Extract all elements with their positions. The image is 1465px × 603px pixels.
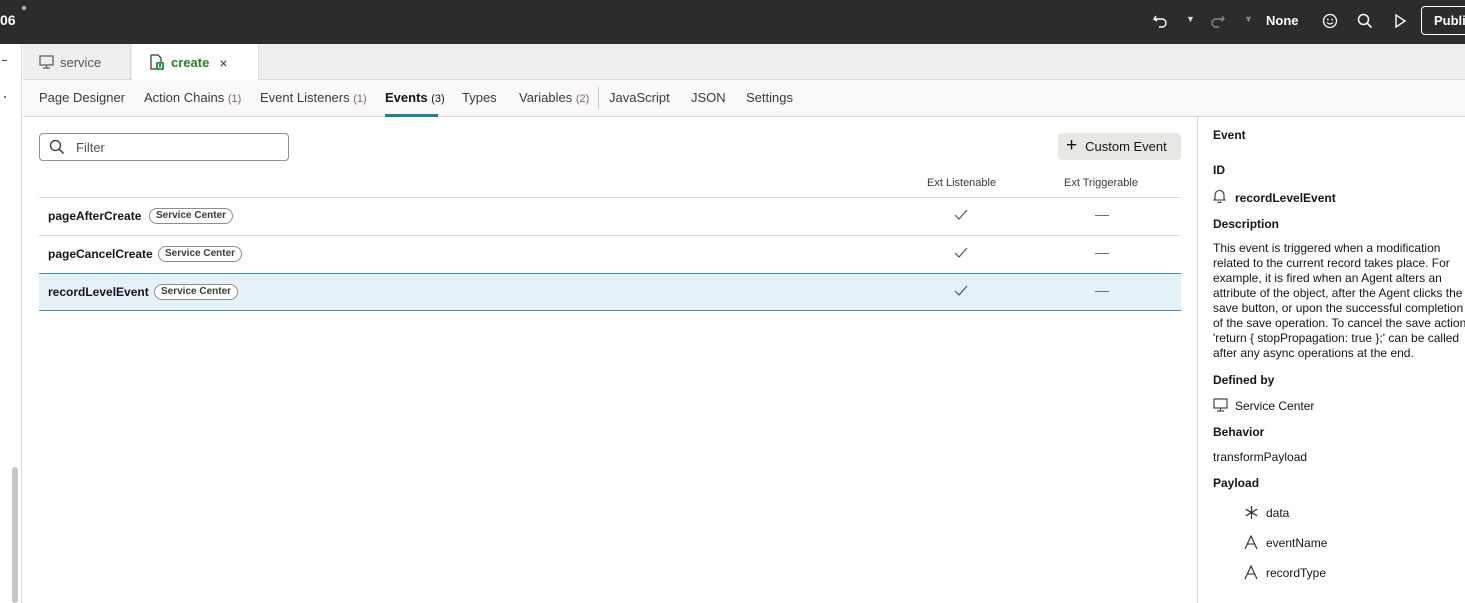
dash-icon	[1095, 253, 1109, 254]
file-tabs: service U create ×	[23, 44, 1465, 81]
source-badge: Service Center	[149, 208, 234, 224]
custom-event-button[interactable]: + Custom Event	[1058, 133, 1181, 160]
table-row[interactable]: pageCancelCreate Service Center	[39, 235, 1181, 273]
status-dot	[22, 6, 26, 10]
tab-events[interactable]: Events (3)	[385, 90, 445, 105]
tab-types[interactable]: Types	[462, 90, 497, 105]
publish-button[interactable]: Publis	[1421, 6, 1465, 35]
event-id-value: recordLevelEvent	[1235, 191, 1336, 205]
check-icon	[954, 284, 968, 302]
undo-icon[interactable]	[1150, 11, 1170, 31]
scrollbar[interactable]	[12, 467, 18, 603]
dash-icon	[1095, 215, 1109, 216]
tab-service[interactable]: service	[23, 44, 131, 80]
table-row-selected[interactable]: recordLevelEvent Service Center	[39, 273, 1181, 311]
svg-text:U: U	[157, 64, 162, 71]
app-title: 06	[0, 12, 16, 28]
event-name: recordLevelEvent	[48, 285, 149, 299]
more-marker[interactable]	[4, 96, 6, 98]
tab-label: service	[60, 54, 102, 70]
redo-icon[interactable]	[1208, 11, 1228, 31]
search-icon	[49, 139, 65, 160]
behavior-value: transformPayload	[1213, 450, 1308, 464]
event-details-panel: Event ID recordLevelEvent Description Th…	[1197, 117, 1465, 603]
search-icon[interactable]	[1355, 11, 1375, 31]
check-icon	[954, 208, 968, 226]
panel-heading: Event	[1213, 128, 1246, 142]
tab-javascript[interactable]: JavaScript	[609, 90, 670, 105]
tab-event-listeners[interactable]: Event Listeners (1)	[260, 90, 367, 105]
editor-tabs: Page Designer Action Chains (1) Event Li…	[23, 80, 1465, 117]
payload-label: Payload	[1213, 476, 1260, 490]
monitor-icon	[1213, 398, 1228, 417]
custom-event-label: Custom Event	[1085, 139, 1167, 154]
tab-label: create	[171, 55, 210, 70]
monitor-icon	[39, 55, 54, 69]
page-file-icon: U	[149, 54, 165, 71]
column-header-ext-listenable: Ext Listenable	[927, 177, 997, 189]
top-bar: 06 ▼ ▼ None Publis	[0, 0, 1465, 44]
tab-json[interactable]: JSON	[691, 90, 726, 105]
table-row[interactable]: pageAfterCreate Service Center	[39, 197, 1181, 235]
event-name: pageCancelCreate	[48, 247, 153, 261]
behavior-label: Behavior	[1213, 425, 1265, 439]
events-list-panel: + Custom Event Ext Listenable Ext Trigge…	[23, 117, 1197, 603]
smiley-icon[interactable]	[1320, 11, 1340, 31]
plus-icon: +	[1066, 135, 1078, 156]
play-icon[interactable]	[1390, 11, 1410, 31]
filter-field[interactable]	[39, 133, 289, 161]
event-name: pageAfterCreate	[48, 209, 142, 223]
mode-selector[interactable]: None	[1266, 13, 1299, 28]
bell-icon	[1212, 189, 1227, 208]
description-label: Description	[1213, 217, 1280, 231]
undo-menu-chevron-icon[interactable]: ▼	[1186, 14, 1195, 24]
tab-action-chains[interactable]: Action Chains (1)	[144, 90, 241, 105]
id-label: ID	[1213, 163, 1225, 177]
source-badge: Service Center	[158, 246, 243, 262]
payload-item: eventName	[1266, 536, 1328, 550]
check-icon	[954, 246, 968, 264]
close-icon[interactable]: ×	[219, 55, 227, 71]
payload-item: recordType	[1266, 566, 1327, 580]
tab-create[interactable]: U create ×	[132, 44, 259, 81]
tab-page-designer[interactable]: Page Designer	[39, 90, 125, 105]
column-header-ext-triggerable: Ext Triggerable	[1064, 177, 1138, 189]
redo-menu-chevron-icon[interactable]: ▼	[1244, 14, 1253, 24]
string-type-icon	[1244, 564, 1258, 585]
collapse-marker[interactable]	[2, 60, 7, 61]
source-badge: Service Center	[154, 284, 239, 300]
description-text: This event is triggered when a modificat…	[1213, 241, 1465, 360]
asterisk-icon	[1244, 505, 1259, 525]
defined-by-value: Service Center	[1235, 399, 1315, 413]
filter-input[interactable]	[76, 138, 276, 156]
payload-item: data	[1266, 506, 1290, 520]
tab-settings[interactable]: Settings	[746, 90, 793, 105]
left-panel-strip	[0, 44, 22, 603]
defined-by-label: Defined by	[1213, 373, 1275, 387]
tab-variables[interactable]: Variables (2)	[519, 90, 589, 105]
dash-icon	[1095, 291, 1109, 292]
tab-divider	[598, 87, 599, 109]
string-type-icon	[1244, 534, 1258, 555]
